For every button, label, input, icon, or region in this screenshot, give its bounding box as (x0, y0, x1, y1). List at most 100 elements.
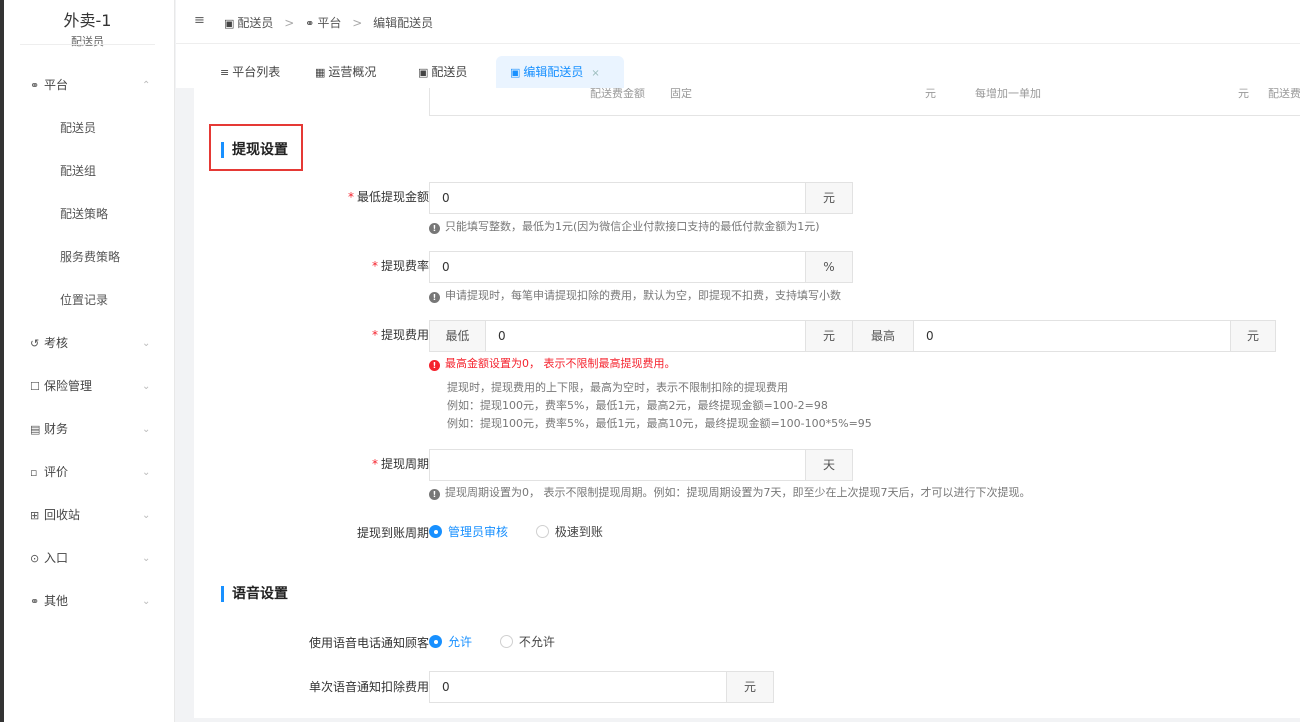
top-bar: ≡ ▣ 配送员 > ⚭ 平台 > 编辑配送员 (176, 0, 1300, 44)
hint-text: 申请提现时，每笔申请提现扣除的费用，默认为空，即提现不扣费，支持填写小数 (445, 289, 841, 302)
sidebar-item-label: 配送策略 (60, 207, 109, 221)
withdraw-period-label: * 提现周期 (372, 455, 429, 472)
courier-icon: ▣ (418, 66, 429, 79)
sidebar-item-label: 服务费策略 (60, 250, 121, 264)
voice-notify-radio-group: 允许 不允许 (429, 633, 579, 653)
breadcrumb-separator: > (284, 16, 295, 30)
breadcrumb-item[interactable]: 配送员 (237, 16, 273, 30)
min-fee-input[interactable]: 0 (485, 320, 806, 352)
tab-label: 运营概况 (328, 65, 377, 79)
platform-icon: ⚭ (30, 79, 40, 92)
sidebar-item-delivery-strategy[interactable]: 配送策略 (0, 193, 175, 236)
tab-courier[interactable]: ▣ 配送员 (404, 56, 481, 88)
info-icon: ! (429, 292, 440, 303)
breadcrumb-separator: > (352, 16, 363, 30)
withdraw-fee-note: 提现时，提现费用的上下限，最高为空时，表示不限制扣除的提现费用 (447, 381, 788, 394)
platform-icon: ⚭ (305, 17, 315, 30)
chevron-down-icon: ⌄ (142, 381, 151, 392)
fee-type: 固定 (670, 88, 692, 100)
field-label: 提现费率 (380, 259, 429, 273)
grid-icon: ▦ (315, 66, 326, 79)
tab-label: 平台列表 (232, 65, 281, 79)
sidebar-item-label: 配送组 (60, 164, 97, 178)
sidebar-item-label: 入口 (44, 551, 69, 565)
sidebar-item-comment[interactable]: ▫ 评价 ⌄ (0, 451, 175, 494)
field-label: 提现费用 (380, 328, 429, 342)
sidebar-item-courier-group[interactable]: 配送组 (0, 150, 175, 193)
main-content: 配送费金额 固定 元 每增加一单加 元 配送费 提现设置 * 最低提现金额 0 元… (176, 88, 1300, 722)
voice-fee-input[interactable]: 0 (429, 671, 727, 703)
withdraw-period-input[interactable] (429, 449, 806, 481)
sidebar-item-label: 回收站 (44, 508, 81, 522)
sidebar-item-recycle-bin[interactable]: ⊞ 回收站 ⌄ (0, 494, 175, 537)
min-withdraw-hint: ! 只能填写整数，最低为1元(因为微信企业付款接口支持的最低付款金额为1元) (429, 219, 820, 235)
required-mark: * (371, 457, 378, 471)
sidebar-item-finance[interactable]: ▤ 财务 ⌄ (0, 408, 175, 451)
tab-bar: ≡ 平台列表 ▦ 运营概况 ▣ 配送员 ▣ 编辑配送员 × (176, 44, 1300, 88)
withdraw-rate-input[interactable]: 0 (429, 251, 806, 283)
courier-icon: ▣ (510, 66, 521, 79)
sidebar-item-label: 其他 (44, 594, 69, 608)
radio-dot (535, 525, 549, 538)
delivery-fee-label: 配送费金额 (590, 88, 645, 100)
sidebar-item-location-log[interactable]: 位置记录 (0, 279, 175, 322)
info-icon: ! (429, 489, 440, 500)
close-icon[interactable]: × (591, 68, 599, 79)
info-icon: ! (429, 223, 440, 234)
withdraw-fee-note: 例如：提现100元，费率5%，最低1元，最高2元，最终提现金额=100-2=98 (447, 399, 828, 412)
tab-operation-overview[interactable]: ▦ 运营概况 (301, 56, 390, 88)
unit-addon: % (805, 251, 853, 283)
radio-allow[interactable]: 允许 (429, 633, 472, 650)
field-label: 提现周期 (380, 457, 429, 471)
chevron-down-icon: ⌄ (142, 467, 151, 478)
min-withdraw-label: * 最低提现金额 (348, 188, 429, 205)
radio-label: 不允许 (518, 635, 555, 649)
sidebar-item-platform[interactable]: ⚭ 平台 ⌃ (0, 64, 175, 107)
section-title-voice: 语音设置 (221, 586, 288, 602)
trash-icon: ⊞ (30, 509, 40, 522)
sidebar-item-courier[interactable]: 配送员 (0, 107, 175, 150)
withdraw-fee-error: ! 最高金额设置为0， 表示不限制最高提现费用。 (429, 356, 676, 372)
chevron-up-icon: ⌃ (142, 80, 151, 91)
section-title-withdraw: 提现设置 (221, 142, 288, 158)
withdraw-period-hint: ! 提现周期设置为0， 表示不限制提现周期。例如：提现周期设置为7天，即至少在上次… (429, 485, 1031, 501)
breadcrumb-item[interactable]: 平台 (317, 16, 341, 30)
min-withdraw-input[interactable]: 0 (429, 182, 806, 214)
sidebar-item-label: 配送员 (60, 121, 97, 135)
unit-addon: 元 (805, 320, 853, 352)
tab-platform-list[interactable]: ≡ 平台列表 (206, 56, 294, 88)
max-fee-input[interactable]: 0 (913, 320, 1231, 352)
courier-icon: ▣ (224, 17, 235, 30)
required-mark: * (371, 328, 378, 342)
unit-addon: 元 (1230, 320, 1276, 352)
radio-admin-review[interactable]: 管理员审核 (429, 523, 508, 540)
radio-label: 允许 (448, 635, 473, 649)
sidebar-item-entry[interactable]: ⊙ 入口 ⌄ (0, 537, 175, 580)
sidebar-item-insurance[interactable]: ☐ 保险管理 ⌄ (0, 365, 175, 408)
error-text: 最高金额设置为0， 表示不限制最高提现费用。 (445, 357, 676, 370)
sidebar-item-service-fee-strategy[interactable]: 服务费策略 (0, 236, 175, 279)
radio-instant[interactable]: 极速到账 (535, 523, 603, 540)
app-title: 外卖-1 (63, 11, 112, 30)
tab-edit-courier[interactable]: ▣ 编辑配送员 × (496, 56, 624, 88)
chevron-down-icon: ⌄ (142, 424, 151, 435)
sidebar-item-other[interactable]: ⚭ 其他 ⌄ (0, 580, 175, 623)
chevron-down-icon: ⌄ (142, 596, 151, 607)
collapse-menu-icon[interactable]: ≡ (194, 13, 205, 28)
insurance-icon: ☐ (30, 380, 40, 393)
withdraw-fee-note: 例如：提现100元，费率5%，最低1元，最高10元，最终提现金额=100-100… (447, 417, 872, 430)
per-order-label: 每增加一单加 (975, 88, 1041, 100)
sidebar-item-label: 评价 (44, 465, 69, 479)
sidebar-item-label: 平台 (44, 78, 69, 92)
radio-disallow[interactable]: 不允许 (499, 633, 555, 650)
tab-label: 编辑配送员 (523, 65, 584, 79)
withdraw-fee-label: * 提现费用 (372, 326, 429, 343)
unit: 元 (925, 88, 936, 100)
sidebar-item-label: 考核 (44, 336, 69, 350)
withdraw-rate-hint: ! 申请提现时，每笔申请提现扣除的费用，默认为空，即提现不扣费，支持填写小数 (429, 288, 841, 304)
unit-addon: 天 (805, 449, 853, 481)
sidebar-item-review[interactable]: ↺ 考核 ⌄ (0, 322, 175, 365)
voice-fee-label: 单次语音通知扣除费用 (308, 680, 429, 694)
radio-label: 管理员审核 (448, 525, 509, 539)
breadcrumb: ▣ 配送员 > ⚭ 平台 > 编辑配送员 (224, 14, 433, 31)
